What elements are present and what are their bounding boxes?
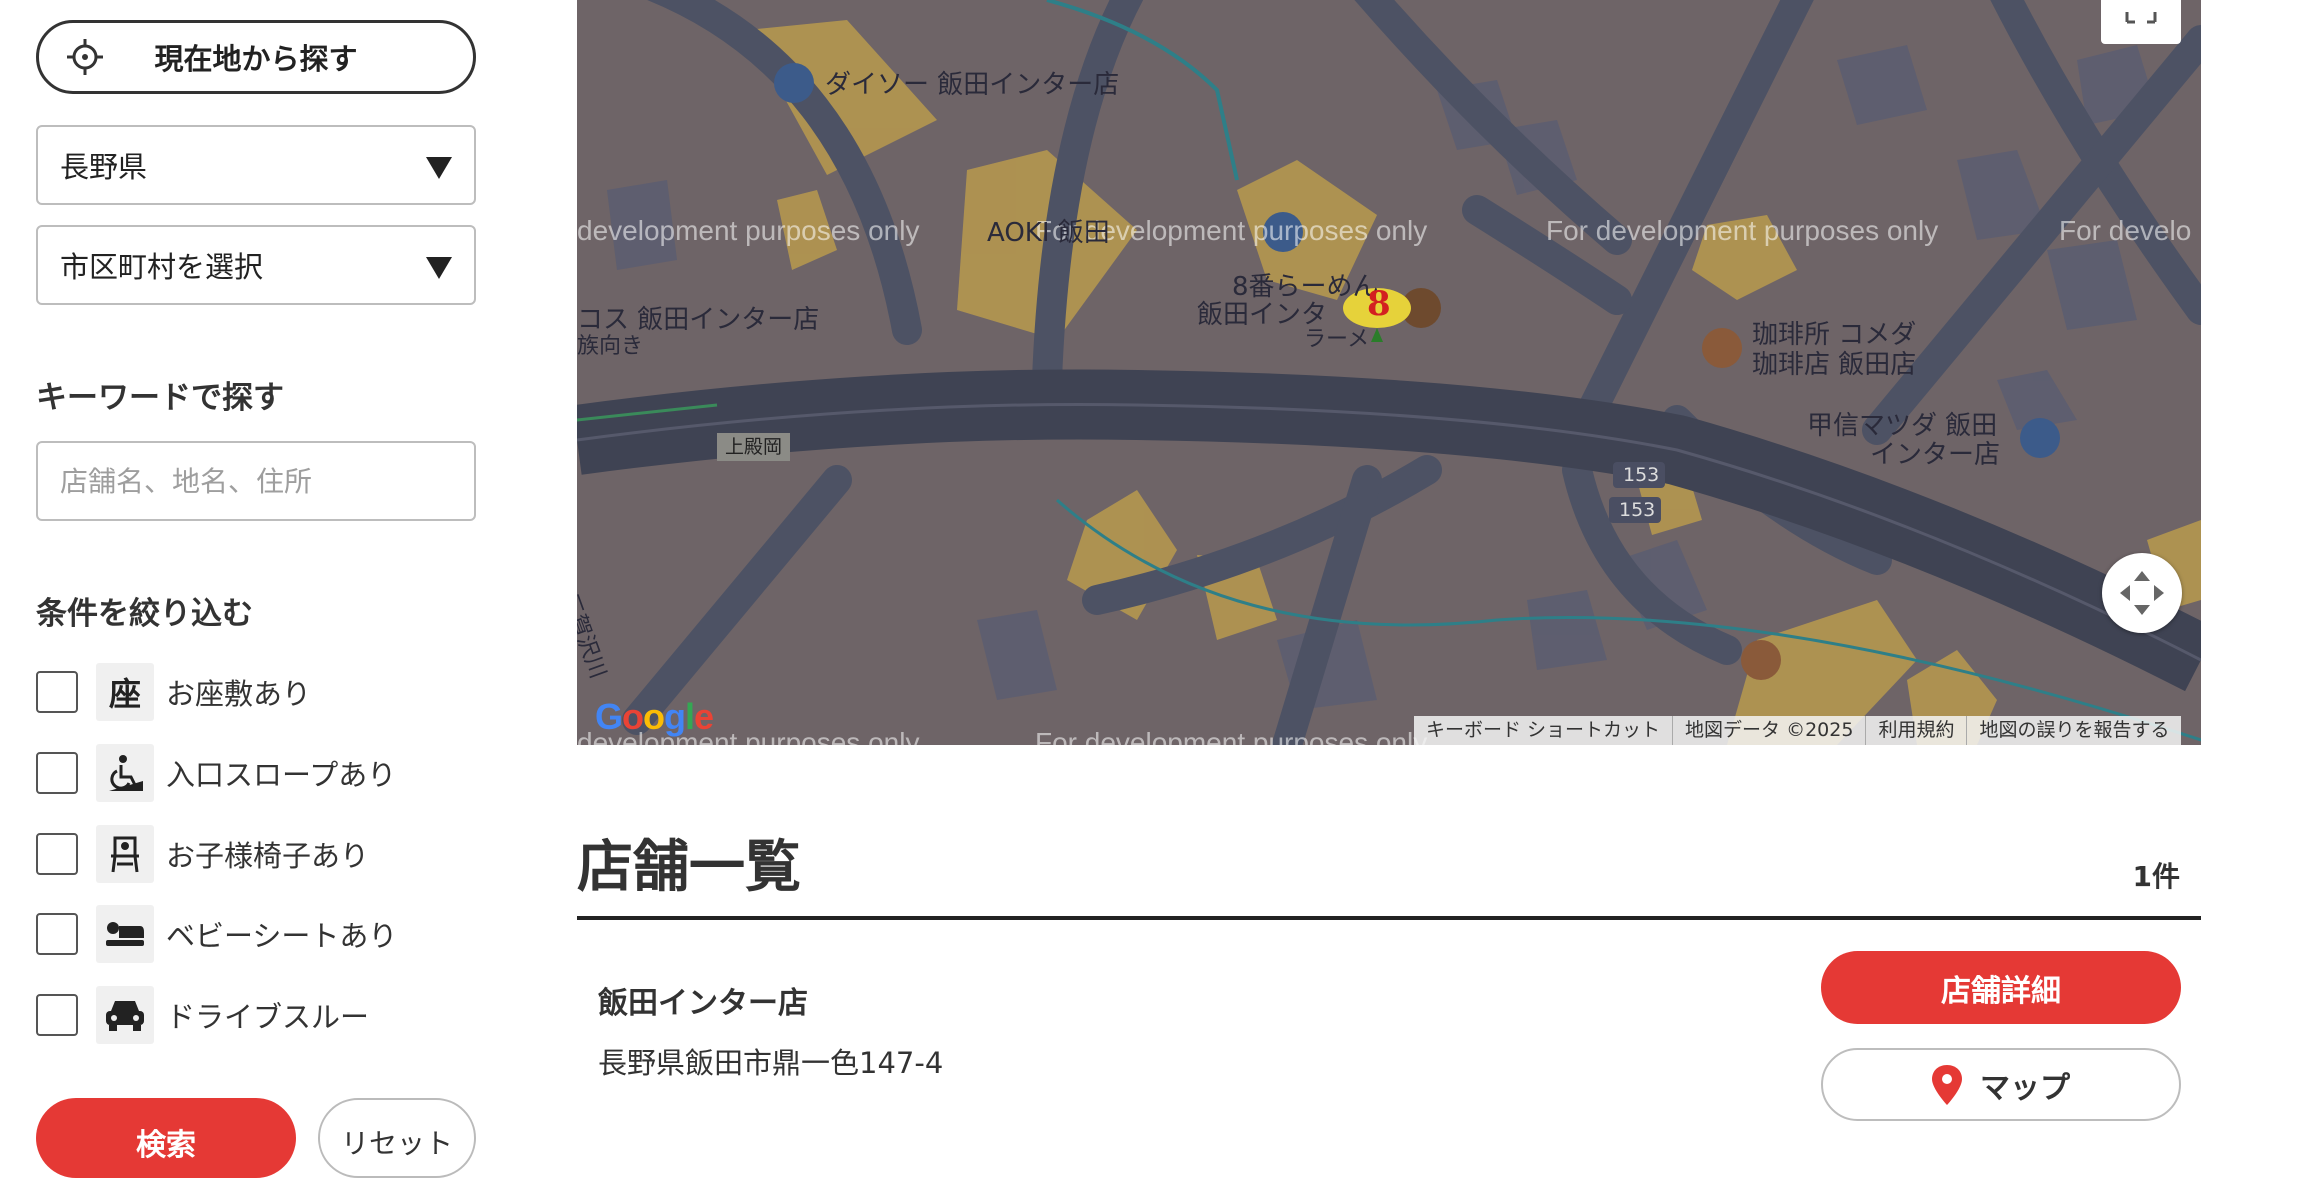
poi-costco-label[interactable]: コス 飯田インター店: [577, 305, 819, 335]
zashiki-icon: 座: [96, 663, 154, 721]
condition-row-child-chair: お子様椅子あり: [36, 825, 369, 883]
zashiki-icon-glyph: 座: [108, 675, 141, 713]
map-watermark: For develo: [2059, 215, 2192, 246]
poi-ramen-label[interactable]: 8番らーめん: [1232, 272, 1379, 302]
baby-seat-checkbox[interactable]: [36, 913, 78, 955]
drive-thru-checkbox[interactable]: [36, 994, 78, 1036]
route-shield: 153: [1619, 499, 1656, 521]
store-list-title: 店舗一覧: [577, 835, 801, 900]
current-location-button[interactable]: 現在地から探す: [36, 20, 476, 94]
car-icon: [96, 986, 154, 1044]
route-shield: 153: [1623, 464, 1660, 486]
store-map-label: マップ: [1980, 1070, 2070, 1106]
poi-mazda-label[interactable]: 甲信マツダ 飯田: [1807, 411, 1997, 441]
condition-row-slope: 入口スロープあり: [36, 744, 396, 802]
map-watermark: development purposes only: [577, 215, 920, 246]
condition-label: お子様椅子あり: [166, 839, 370, 873]
map-attribution: キーボード ショートカット 地図データ ©2025 利用規約 地図の誤りを報告す…: [1414, 716, 2182, 745]
prefecture-select[interactable]: 長野県: [36, 125, 476, 205]
current-location-label: 現在地から探す: [154, 42, 358, 76]
store-name: 飯田インター店: [598, 986, 808, 1021]
search-button-label: 検索: [136, 1128, 196, 1163]
condition-label: ベビーシートあり: [166, 919, 398, 953]
report-error-link[interactable]: 地図の誤りを報告する: [1967, 716, 2181, 745]
condition-label: 入口スロープあり: [166, 758, 397, 792]
condition-label: お座敷あり: [166, 677, 312, 711]
poi-mazda-label[interactable]: インター店: [1870, 440, 2000, 470]
caret-down-icon: [426, 257, 452, 279]
poi-daiso-label[interactable]: ダイソー 飯田インター店: [825, 70, 1119, 100]
poi-komeda-label[interactable]: 珈琲店 飯田店: [1752, 350, 1916, 380]
reset-button-label: リセット: [340, 1127, 453, 1160]
bus-stop-label[interactable]: 上殿岡: [717, 433, 791, 461]
map-watermark: For development purposes only: [1546, 215, 1939, 246]
store-count: 1件: [2132, 860, 2180, 893]
city-select[interactable]: 市区町村を選択: [36, 225, 476, 305]
condition-row-zashiki: 座 お座敷あり: [36, 663, 311, 721]
store-map[interactable]: development purposes only For developmen…: [577, 0, 2201, 745]
map-data-label: 地図データ ©2025: [1673, 716, 1867, 745]
city-select-value: 市区町村を選択: [60, 250, 264, 284]
zashiki-checkbox[interactable]: [36, 671, 78, 713]
slope-checkbox[interactable]: [36, 752, 78, 794]
reset-button[interactable]: リセット: [318, 1098, 476, 1178]
map-roads: [577, 0, 2201, 745]
wheelchair-icon: [96, 744, 154, 802]
condition-row-drive-thru: ドライブスルー: [36, 986, 369, 1044]
poi-costco-sub-label: 族向き: [577, 334, 644, 359]
divider: [577, 916, 2201, 920]
poi-komeda-label[interactable]: 珈琲所 コメダ: [1752, 320, 1916, 350]
prefecture-select-value: 長野県: [60, 150, 148, 184]
fullscreen-button[interactable]: [2101, 0, 2181, 44]
condition-row-baby-seat: ベビーシートあり: [36, 905, 397, 963]
caret-down-icon: [426, 157, 452, 179]
poi-ramen-label[interactable]: ラーメ: [1304, 325, 1369, 355]
conditions-section-title: 条件を絞り込む: [36, 596, 253, 632]
baby-seat-icon: [96, 905, 154, 963]
google-logo: Google: [595, 696, 714, 737]
map-watermark: For development purposes only: [1035, 727, 1428, 745]
fullscreen-icon: [2125, 12, 2157, 24]
store-marker[interactable]: 8: [1367, 287, 1391, 321]
store-map-button[interactable]: マップ: [1821, 1048, 2181, 1121]
move-arrows-icon: [2120, 571, 2164, 615]
search-sidebar: 現在地から探す 長野県 市区町村を選択 キーワードで探す 条件を絞り込む 座 お…: [0, 0, 520, 1178]
terms-link[interactable]: 利用規約: [1866, 716, 1968, 745]
poi-aoki-label[interactable]: AOKI 飯田: [987, 218, 1110, 248]
keyword-input[interactable]: [36, 441, 476, 521]
recenter-button[interactable]: [2102, 553, 2182, 633]
map-pin-icon: [1932, 1064, 1962, 1105]
condition-label: ドライブスルー: [166, 1000, 370, 1034]
search-button[interactable]: 検索: [36, 1098, 296, 1178]
keyboard-shortcuts-link[interactable]: キーボード ショートカット: [1414, 716, 1674, 745]
child-chair-icon: [96, 825, 154, 883]
keyword-section-title: キーワードで探す: [36, 380, 284, 416]
store-detail-label: 店舗詳細: [1941, 973, 2061, 1009]
store-detail-button[interactable]: 店舗詳細: [1821, 951, 2181, 1024]
child-chair-checkbox[interactable]: [36, 833, 78, 875]
store-address: 長野県飯田市鼎一色147-4: [598, 1046, 944, 1080]
crosshair-icon: [67, 39, 103, 75]
